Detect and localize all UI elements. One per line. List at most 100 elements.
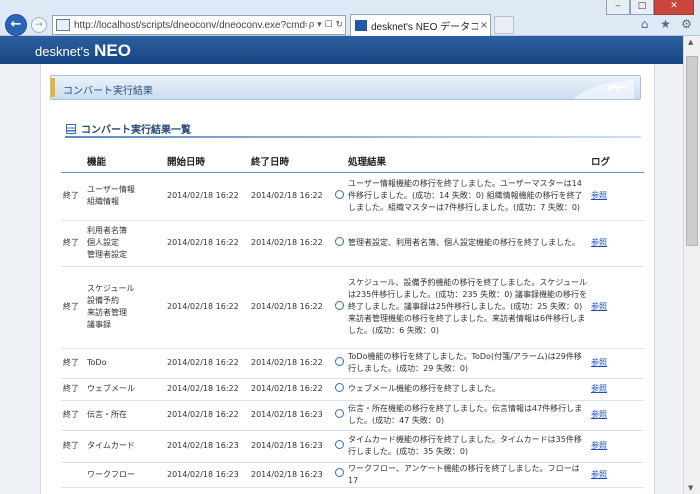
row-result: タイムカード機能の移行を終了しました。タイムカードは35件移行しました。(成功：… <box>346 430 589 463</box>
header-mark <box>333 150 346 173</box>
function-name: 管理者設定 <box>87 250 127 259</box>
function-name: 来訪者管理 <box>87 308 127 317</box>
log-link[interactable]: 参照 <box>591 302 607 311</box>
row-result: 伝言・所在機能の移行を終了しました。伝言情報は47件移行しました。(成功：47 … <box>346 400 589 431</box>
scroll-up-arrow-icon[interactable]: ▲ <box>688 38 693 46</box>
function-name: 伝言・所在 <box>87 410 127 419</box>
log-link[interactable]: 参照 <box>591 441 607 450</box>
table-row: 終了 ToDo 2014/02/18 16:22 2014/02/18 16:2… <box>61 348 644 379</box>
minimize-button[interactable]: ‒ <box>606 0 630 15</box>
function-name: ウェブメール <box>87 384 135 393</box>
success-circle-icon <box>335 300 344 310</box>
row-log: 参照 <box>589 348 644 379</box>
row-status <box>61 462 85 488</box>
row-end: 2014/02/18 16:22 <box>249 172 333 221</box>
success-circle-icon <box>335 189 344 199</box>
row-status: 終了 <box>61 378 85 401</box>
table-row: 終了 スケジュール 設備予約 来訪者管理 議事録 2014/02/18 16:2… <box>61 266 644 349</box>
success-circle-icon <box>335 468 344 477</box>
row-functions: ウェブメール <box>85 378 165 401</box>
row-start: 2014/02/18 16:22 <box>165 400 249 431</box>
content-area: コンバート実行結果 コンバート実行結果一覧 機能 開始日時 終了日時 処理結果 … <box>0 64 683 494</box>
log-link[interactable]: 参照 <box>591 191 607 200</box>
row-start: 2014/02/18 16:22 <box>165 378 249 401</box>
function-name: スケジュール <box>87 284 135 293</box>
row-functions: 利用者名簿 個人設定 管理者設定 <box>85 220 165 267</box>
row-result: 管理者設定、利用者名簿、個人設定機能の移行を終了しました。 <box>346 220 589 267</box>
browser-tab[interactable]: desknet's NEO データコンバ... × <box>350 14 491 36</box>
row-functions: スケジュール 設備予約 来訪者管理 議事録 <box>85 266 165 349</box>
table-row: 終了 タイムカード 2014/02/18 16:23 2014/02/18 16… <box>61 430 644 463</box>
row-result: ToDo機能の移行を終了しました。ToDo(付箋/アラーム)は29件移行しました… <box>346 348 589 379</box>
tab-close-icon[interactable]: × <box>478 20 490 31</box>
home-icon[interactable]: ⌂ <box>637 17 652 32</box>
row-functions: ユーザー情報 組織情報 <box>85 172 165 221</box>
row-mark <box>333 378 346 401</box>
function-name: 利用者名簿 <box>87 226 127 235</box>
app-logo[interactable]: desknet's NEO <box>35 41 131 61</box>
address-url[interactable]: http://localhost/scripts/dneoconv/dneoco… <box>74 20 307 31</box>
row-log: 参照 <box>589 220 644 267</box>
bird-decoration-icon <box>574 80 634 99</box>
favorites-star-icon[interactable]: ★ <box>658 17 673 32</box>
row-start: 2014/02/18 16:23 <box>165 430 249 463</box>
close-window-button[interactable]: ✕ <box>654 0 694 15</box>
log-link[interactable]: 参照 <box>591 470 607 479</box>
log-link[interactable]: 参照 <box>591 410 607 419</box>
function-name: 議事録 <box>87 320 111 329</box>
new-tab-button[interactable] <box>494 16 514 34</box>
forward-arrow-icon[interactable]: → <box>31 17 47 33</box>
function-name: 組織情報 <box>87 197 119 206</box>
vertical-scrollbar[interactable]: ▲ ▼ <box>683 36 700 494</box>
log-link[interactable]: 参照 <box>591 358 607 367</box>
title-accent-bar <box>51 78 55 97</box>
table-row: 終了 ウェブメール 2014/02/18 16:22 2014/02/18 16… <box>61 378 644 401</box>
header-status <box>61 150 85 173</box>
row-end: 2014/02/18 16:22 <box>249 348 333 379</box>
results-table: 機能 開始日時 終了日時 処理結果 ログ 終了 ユーザー情報 組織情報 2014… <box>61 150 644 488</box>
address-bar[interactable]: http://localhost/scripts/dneoconv/dneoco… <box>52 15 346 35</box>
row-end: 2014/02/18 16:23 <box>249 430 333 463</box>
success-circle-icon <box>335 408 344 418</box>
tab-favicon-icon <box>355 20 367 31</box>
scrollbar-thumb[interactable] <box>686 56 698 246</box>
row-start: 2014/02/18 16:22 <box>165 266 249 349</box>
header-result: 処理結果 <box>346 150 589 173</box>
header-function: 機能 <box>85 150 165 173</box>
browser-tools: ⌂ ★ ⚙ <box>637 17 694 32</box>
table-row: 終了 ユーザー情報 組織情報 2014/02/18 16:22 2014/02/… <box>61 172 644 221</box>
row-status: 終了 <box>61 266 85 349</box>
log-link[interactable]: 参照 <box>591 238 607 247</box>
tab-title: desknet's NEO データコンバ... <box>371 22 478 33</box>
row-start: 2014/02/18 16:22 <box>165 172 249 221</box>
row-functions: タイムカード <box>85 430 165 463</box>
page-favicon-icon <box>56 19 70 31</box>
row-mark <box>333 462 346 488</box>
table-row: 終了 利用者名簿 個人設定 管理者設定 2014/02/18 16:22 201… <box>61 220 644 267</box>
row-mark <box>333 172 346 221</box>
address-controls[interactable]: ρ ▾ ☐ ↻ <box>307 20 345 30</box>
function-name: ToDo <box>87 358 107 367</box>
row-end: 2014/02/18 16:22 <box>249 220 333 267</box>
row-end: 2014/02/18 16:23 <box>249 400 333 431</box>
success-circle-icon <box>335 356 344 366</box>
row-start: 2014/02/18 16:23 <box>165 462 249 488</box>
success-circle-icon <box>335 439 344 449</box>
scroll-down-arrow-icon[interactable]: ▼ <box>688 484 693 492</box>
function-name: ワークフロー <box>87 469 135 479</box>
logo-prefix: desknet's <box>35 44 90 59</box>
window-controls: ‒ □ ✕ <box>606 0 694 15</box>
success-circle-icon <box>335 236 344 246</box>
settings-gear-icon[interactable]: ⚙ <box>679 17 694 32</box>
row-start: 2014/02/18 16:22 <box>165 220 249 267</box>
log-link[interactable]: 参照 <box>591 384 607 393</box>
header-start: 開始日時 <box>165 150 249 173</box>
row-end: 2014/02/18 16:22 <box>249 378 333 401</box>
row-log: 参照 <box>589 430 644 463</box>
row-result: ウェブメール機能の移行を終了しました。 <box>346 378 589 401</box>
back-arrow-icon[interactable]: ← <box>5 14 27 36</box>
function-name: 個人設定 <box>87 238 119 247</box>
maximize-button[interactable]: □ <box>630 0 654 15</box>
row-functions: 伝言・所在 <box>85 400 165 431</box>
header-log: ログ <box>589 150 644 173</box>
